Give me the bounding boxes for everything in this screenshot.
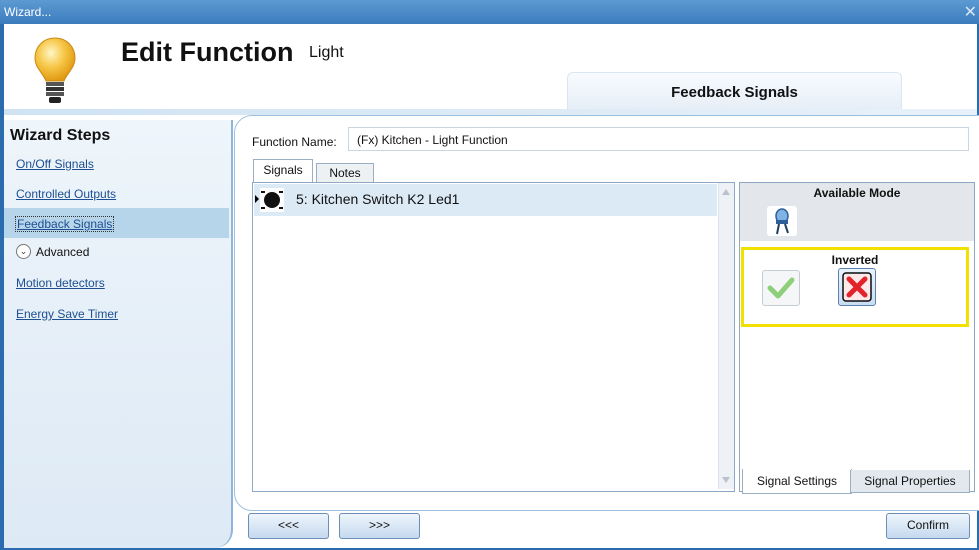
sidebar-item-label[interactable]: Controlled Outputs [16,187,116,201]
sidebar-item-energy-save-timer[interactable]: Energy Save Timer [4,298,229,328]
sidebar-title: Wizard Steps [10,127,111,144]
inverted-label: Inverted [831,253,879,267]
advanced-label: Advanced [36,245,90,259]
title-bar: Wizard... ✕ [0,0,979,24]
list-item[interactable]: 5: Kitchen Switch K2 Led1 [254,184,717,216]
led-signal-icon [260,188,284,212]
confirm-button[interactable]: Confirm [886,513,970,539]
led-mode-button[interactable] [767,206,797,236]
signal-settings-panel: Available Mode Inverted Signal Settings … [739,182,975,494]
wizard-steps-sidebar: Wizard Steps On/Off Signals Controlled O… [4,120,233,548]
light-bulb-icon [34,37,76,103]
sidebar-item-label[interactable]: Feedback Signals [15,216,115,232]
led-mode-icon [775,208,789,235]
section-tab-feedback-signals: Feedback Signals [567,72,902,109]
wizard-window: Wizard... ✕ Edit Function Light Feedback… [0,0,979,550]
check-icon [767,277,795,299]
section-tab-label: Feedback Signals [671,84,798,101]
advanced-expander[interactable]: ⌄ Advanced [4,238,229,266]
sidebar-item-label[interactable]: Energy Save Timer [16,307,118,321]
tab-signal-settings[interactable]: Signal Settings [742,469,852,494]
window-title: Wizard... [4,5,52,19]
available-mode-header: Available Mode [740,183,974,203]
previous-button[interactable]: <<< [248,513,329,539]
inverted-no-button[interactable] [762,270,800,306]
inverted-group: Inverted [741,247,969,327]
sidebar-item-label[interactable]: On/Off Signals [16,157,94,171]
scroll-up-icon[interactable] [722,189,730,195]
vertical-scrollbar[interactable] [718,183,734,489]
sidebar-item-controlled-outputs[interactable]: Controlled Outputs [4,178,229,208]
tab-notes[interactable]: Notes [316,163,374,183]
next-button[interactable]: >>> [339,513,420,539]
main-panel: Function Name: (Fx) Kitchen - Light Func… [234,115,979,511]
sidebar-item-motion-detectors[interactable]: Motion detectors [4,267,229,297]
sidebar-item-feedback-signals[interactable]: Feedback Signals [4,208,229,238]
sidebar-item-on-off-signals[interactable]: On/Off Signals [4,148,229,178]
tab-signals[interactable]: Signals [253,159,313,184]
signal-label: 5: Kitchen Switch K2 Led1 [296,191,460,207]
inverted-yes-button[interactable] [838,268,876,306]
signals-list: 5: Kitchen Switch K2 Led1 [252,182,735,492]
sidebar-item-label[interactable]: Motion detectors [16,276,105,290]
x-icon [842,272,872,302]
function-name-label: Function Name: [252,135,337,149]
wizard-client-area: Edit Function Light Feedback Signals Wiz… [4,24,979,548]
close-icon[interactable]: ✕ [964,2,977,22]
tab-signal-properties[interactable]: Signal Properties [850,470,970,493]
chevron-down-icon[interactable]: ⌄ [16,244,31,259]
page-title: Edit Function [121,37,294,67]
page-subtitle: Light [309,44,344,61]
function-name-field[interactable]: (Fx) Kitchen - Light Function [348,127,969,151]
available-mode-area [740,203,974,241]
scroll-down-icon[interactable] [722,477,730,483]
row-indicator-icon [255,195,259,203]
